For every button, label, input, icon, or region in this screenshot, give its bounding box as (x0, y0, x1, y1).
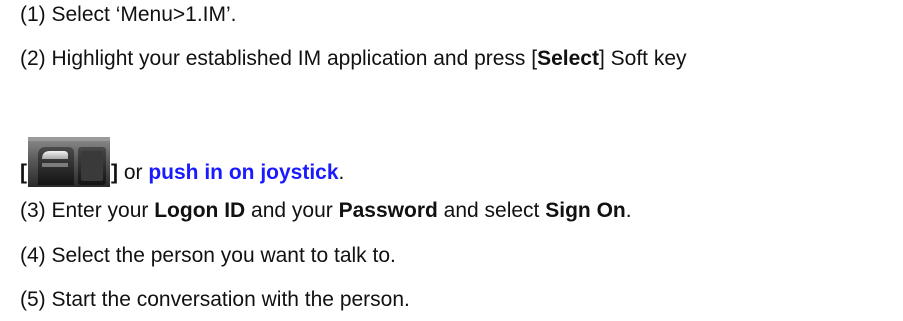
step-2: (2) Highlight your established IM applic… (20, 46, 687, 72)
step-3-part-3: and select (437, 199, 546, 222)
step-2-suffix: ] Soft key (598, 47, 687, 70)
password-label: Password (338, 199, 438, 222)
step-5-text: (5) Start the conversation with the pers… (20, 288, 410, 311)
step-3: (3) Enter your Logon ID and your Passwor… (20, 198, 632, 224)
step-3-part-1: (3) Enter your (20, 199, 155, 222)
step-4-text: (4) Select the person you want to talk t… (20, 244, 396, 267)
period: . (338, 161, 345, 184)
step-2-continued: [] or push in on joystick. (20, 137, 344, 187)
or-text: or (118, 161, 149, 184)
select-key-label: Select (537, 47, 599, 70)
phone-soft-key-icon (28, 137, 110, 187)
bracket-close: ] (111, 161, 118, 184)
joystick-instruction: push in on joystick (148, 161, 339, 184)
logon-id-label: Logon ID (154, 199, 246, 222)
sign-on-label: Sign On (545, 199, 626, 222)
step-3-part-2: and your (245, 199, 339, 222)
step-5: (5) Start the conversation with the pers… (20, 287, 410, 313)
step-3-part-4: . (625, 199, 632, 222)
step-1: (1) Select ‘Menu>1.IM’. (20, 2, 237, 28)
step-1-text: (1) Select ‘Menu>1.IM’. (20, 3, 237, 26)
bracket-open: [ (20, 161, 27, 184)
step-4: (4) Select the person you want to talk t… (20, 243, 396, 269)
step-2-prefix: (2) Highlight your established IM applic… (20, 47, 538, 70)
